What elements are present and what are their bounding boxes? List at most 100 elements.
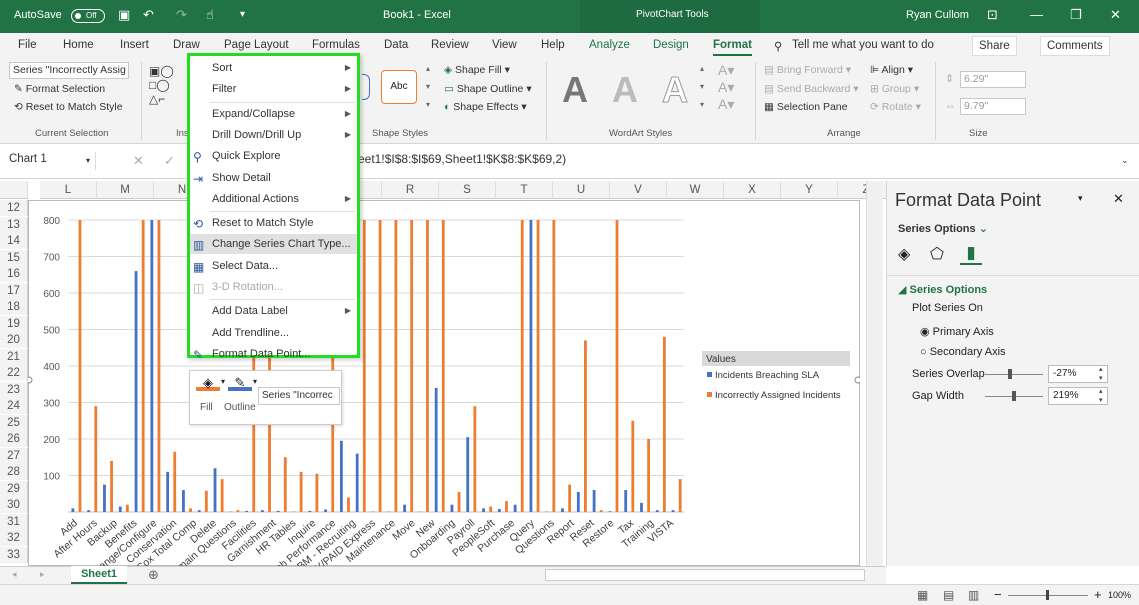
bar-incorrectly-assigned[interactable] [584, 340, 587, 512]
bar-incidents-breaching-sla[interactable] [197, 510, 201, 512]
zoom-handle[interactable] [1046, 590, 1049, 600]
bar-incidents-breaching-sla[interactable] [118, 506, 122, 512]
fill-line-icon[interactable]: ◈ [898, 244, 910, 264]
bar-incidents-breaching-sla[interactable] [261, 510, 264, 512]
bar-incidents-breaching-sla[interactable] [71, 508, 75, 512]
row-header[interactable]: 30 [0, 497, 28, 513]
bar-incidents-breaching-sla[interactable] [339, 440, 343, 512]
shape-effects-button[interactable]: ◐ Shape Effects ▾ [444, 101, 527, 113]
sheet-tab-sheet1[interactable]: Sheet1 [71, 566, 127, 584]
outline-icon[interactable]: ✎ [228, 375, 252, 391]
column-header[interactable]: Y [781, 181, 838, 199]
bar-incidents-breaching-sla[interactable] [466, 437, 470, 512]
bar-incorrectly-assigned[interactable] [299, 471, 303, 512]
bar-incorrectly-assigned[interactable] [94, 406, 98, 512]
tab-help[interactable]: Help [541, 39, 565, 51]
series-options-section[interactable]: ◢ Series Options [898, 283, 987, 296]
bar-incidents-breaching-sla[interactable] [529, 220, 533, 512]
outline-dropdown-icon[interactable]: ▾ [253, 377, 257, 386]
page-layout-view-icon[interactable]: ▤ [943, 588, 954, 602]
zoom-level[interactable]: 100% [1108, 590, 1131, 600]
bar-incorrectly-assigned[interactable] [489, 506, 493, 512]
style-scroll-icon[interactable]: ▴ ▾ ▾ [426, 64, 430, 109]
shape-style-abc[interactable]: Abc [381, 70, 417, 104]
tab-insert[interactable]: Insert [120, 39, 149, 51]
bar-incidents-breaching-sla[interactable] [561, 508, 564, 512]
width-field[interactable]: 9.79" [960, 98, 1026, 115]
name-box-dropdown-icon[interactable]: ▾ [86, 156, 90, 165]
bar-incidents-breaching-sla[interactable] [324, 509, 327, 512]
horizontal-scrollbar[interactable] [545, 569, 865, 581]
fill-dropdown-icon[interactable]: ▾ [221, 377, 225, 386]
touch-mode-icon[interactable]: ☝ [206, 7, 214, 23]
row-header[interactable]: 32 [0, 530, 28, 546]
row-header[interactable]: 27 [0, 447, 28, 464]
height-field[interactable]: 6.29" [960, 71, 1026, 88]
bar-incorrectly-assigned[interactable] [315, 473, 319, 512]
fill-icon[interactable]: ◈ [196, 375, 220, 391]
bar-incidents-breaching-sla[interactable] [308, 510, 312, 512]
bar-incorrectly-assigned[interactable] [189, 508, 192, 512]
close-icon[interactable]: ✕ [1110, 7, 1121, 23]
gap-width-handle[interactable] [1012, 391, 1016, 401]
column-header[interactable]: T [496, 181, 553, 199]
bar-incidents-breaching-sla[interactable] [482, 508, 485, 512]
zoom-in-icon[interactable]: + [1094, 587, 1102, 602]
bar-incidents-breaching-sla[interactable] [608, 511, 612, 512]
menu-item-format-data-point[interactable]: ✎ Format Data Point... [190, 344, 357, 364]
bar-incorrectly-assigned[interactable] [615, 220, 619, 512]
chart-element-selector[interactable]: Series "Incorrectly Assig [9, 62, 129, 79]
bar-incorrectly-assigned[interactable] [536, 220, 540, 512]
tab-design[interactable]: Design [653, 39, 689, 51]
row-header[interactable]: 18 [0, 299, 28, 315]
menu-item-reset-to-match-style[interactable]: ⟲ Reset to Match Style [190, 213, 357, 233]
vertical-scrollbar[interactable] [866, 181, 883, 566]
menu-item-select-data[interactable]: ▦ Select Data... [190, 256, 357, 276]
redo-icon[interactable]: ↷ [176, 7, 187, 23]
undo-icon[interactable]: ↶ [143, 7, 154, 23]
pane-close-icon[interactable]: ✕ [1113, 191, 1124, 207]
row-header[interactable]: 25 [0, 414, 28, 431]
bar-incorrectly-assigned[interactable] [157, 220, 161, 512]
column-header[interactable]: L [40, 181, 97, 199]
bar-incorrectly-assigned[interactable] [505, 501, 508, 512]
bar-incidents-breaching-sla[interactable] [671, 510, 675, 512]
tab-file[interactable]: File [18, 39, 37, 51]
bar-incorrectly-assigned[interactable] [662, 336, 666, 512]
column-header[interactable]: W [667, 181, 724, 199]
series-overlap-handle[interactable] [1008, 369, 1012, 379]
worksheet[interactable]: LMNOPQRSTUVWXYZ 121314151617181920212223… [0, 181, 895, 566]
select-all-corner[interactable] [0, 181, 28, 199]
menu-item-show-detail[interactable]: ⇥ Show Detail [190, 168, 357, 188]
bar-incorrectly-assigned[interactable] [441, 220, 445, 512]
series-overlap-slider[interactable] [985, 374, 1043, 375]
zoom-out-icon[interactable]: − [994, 587, 1002, 602]
cancel-icon[interactable]: ✕ [133, 153, 144, 169]
column-header[interactable]: S [439, 181, 496, 199]
bar-incidents-breaching-sla[interactable] [655, 510, 659, 512]
comments-button[interactable]: Comments [1040, 36, 1110, 56]
tab-draw[interactable]: Draw [173, 39, 200, 51]
format-selection-button[interactable]: ✎ Format Selection [14, 83, 105, 95]
menu-item-drill-down-drill-up[interactable]: Drill Down/Drill Up ▶ [190, 125, 357, 145]
bar-incorrectly-assigned[interactable] [457, 491, 461, 512]
bar-incorrectly-assigned[interactable] [426, 220, 429, 512]
bar-incorrectly-assigned[interactable] [410, 220, 414, 512]
row-header[interactable]: 16 [0, 266, 28, 282]
bar-incorrectly-assigned[interactable] [78, 220, 82, 512]
wordart-scroll-icon[interactable]: ▴ ▾ ▾ [700, 64, 704, 109]
name-box[interactable]: Chart 1 [6, 152, 96, 170]
bar-incorrectly-assigned[interactable] [631, 420, 635, 512]
column-header[interactable]: M [97, 181, 154, 199]
bar-incidents-breaching-sla[interactable] [166, 471, 170, 512]
series-overlap-field[interactable]: -27% [1048, 365, 1108, 383]
save-icon[interactable]: ▣ [118, 7, 130, 23]
bar-incorrectly-assigned[interactable] [110, 460, 113, 512]
bar-incorrectly-assigned[interactable] [394, 220, 398, 512]
secondary-axis-radio[interactable]: ○ Secondary Axis [920, 346, 1006, 358]
bar-incorrectly-assigned[interactable] [378, 220, 382, 512]
menu-item-add-trendline[interactable]: Add Trendline... [190, 323, 357, 343]
add-sheet-icon[interactable]: ⊕ [148, 567, 159, 583]
row-header[interactable]: 33 [0, 546, 28, 563]
bar-incidents-breaching-sla[interactable] [245, 510, 249, 512]
